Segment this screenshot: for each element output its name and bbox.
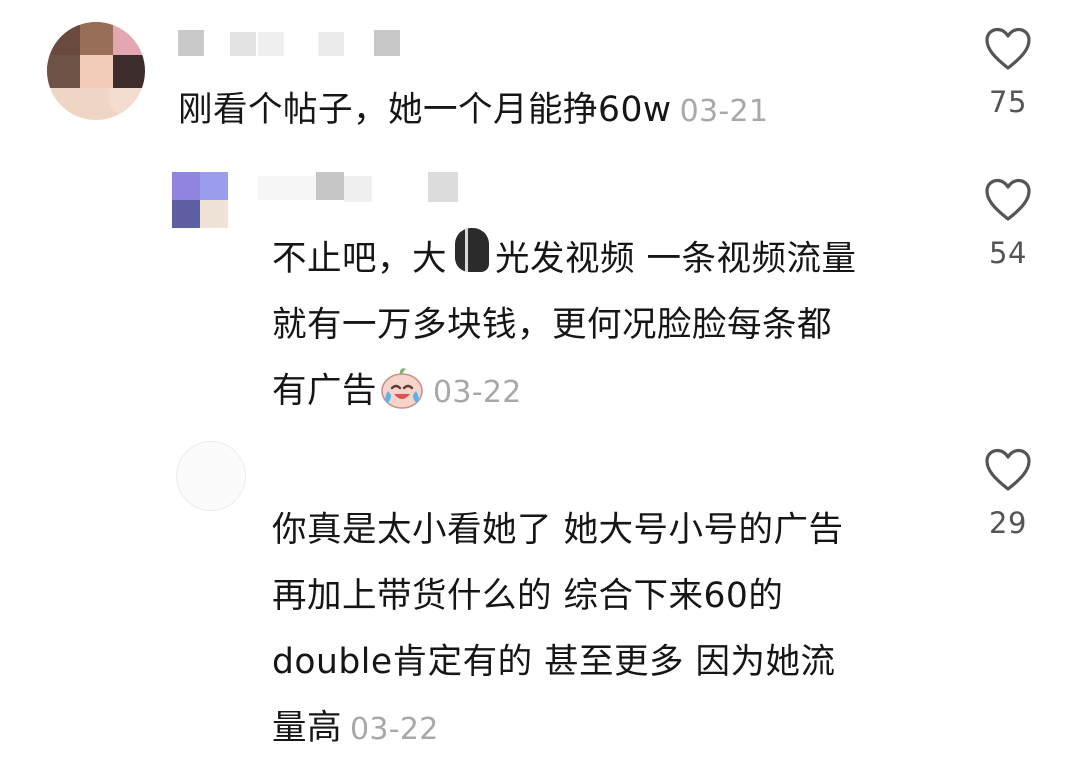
heart-outline-icon <box>985 27 1031 70</box>
like-button[interactable]: 75 <box>968 27 1048 119</box>
like-count: 75 <box>989 85 1027 119</box>
like-button[interactable]: 29 <box>968 448 1048 540</box>
redacted-sticker-icon <box>447 228 495 280</box>
comment-body-line-3: 有广告 <box>272 371 377 411</box>
comment-body: 刚看个帖子，她一个月能挣60w <box>178 90 672 130</box>
comment-body-line-4: 量高 <box>272 708 342 748</box>
avatar[interactable] <box>176 441 246 511</box>
username-blurred[interactable] <box>258 172 478 212</box>
comment-body-line-2: 再加上带货什么的 综合下来60的 <box>272 576 784 616</box>
like-count: 54 <box>989 236 1027 270</box>
comment-body-line-1b: 光发视频 一条视频流量 <box>495 239 857 279</box>
timestamp: 03-22 <box>350 712 439 747</box>
comment-body-line-2: 就有一万多块钱，更何况脸脸每条都 <box>272 305 832 345</box>
comment-body-line-1: 你真是太小看她了 她大号小号的广告 <box>272 510 844 550</box>
timestamp: 03-21 <box>679 94 769 129</box>
avatar[interactable] <box>172 172 230 230</box>
avatar[interactable] <box>47 22 145 120</box>
heart-outline-icon <box>985 448 1031 491</box>
comment-text: 你真是太小看她了 她大号小号的广告 再加上带货什么的 综合下来60的 doubl… <box>272 497 843 763</box>
heart-outline-icon <box>985 178 1031 221</box>
comment-text: 刚看个帖子，她一个月能挣60w 03-21 <box>178 77 768 145</box>
comment-body-line-1a: 不止吧，大 <box>272 239 447 279</box>
like-count: 29 <box>989 506 1027 540</box>
comment-body-line-3: double肯定有的 甚至更多 因为她流 <box>272 642 836 682</box>
username-blurred[interactable] <box>178 30 428 60</box>
comment-text: 不止吧，大 光发视频 一条视频流量 就有一万多块钱，更何况脸脸每条都 有广告 03… <box>272 226 856 426</box>
crying-laughing-emoji-icon <box>381 368 423 409</box>
like-button[interactable]: 54 <box>968 178 1048 270</box>
timestamp: 03-22 <box>433 375 522 410</box>
